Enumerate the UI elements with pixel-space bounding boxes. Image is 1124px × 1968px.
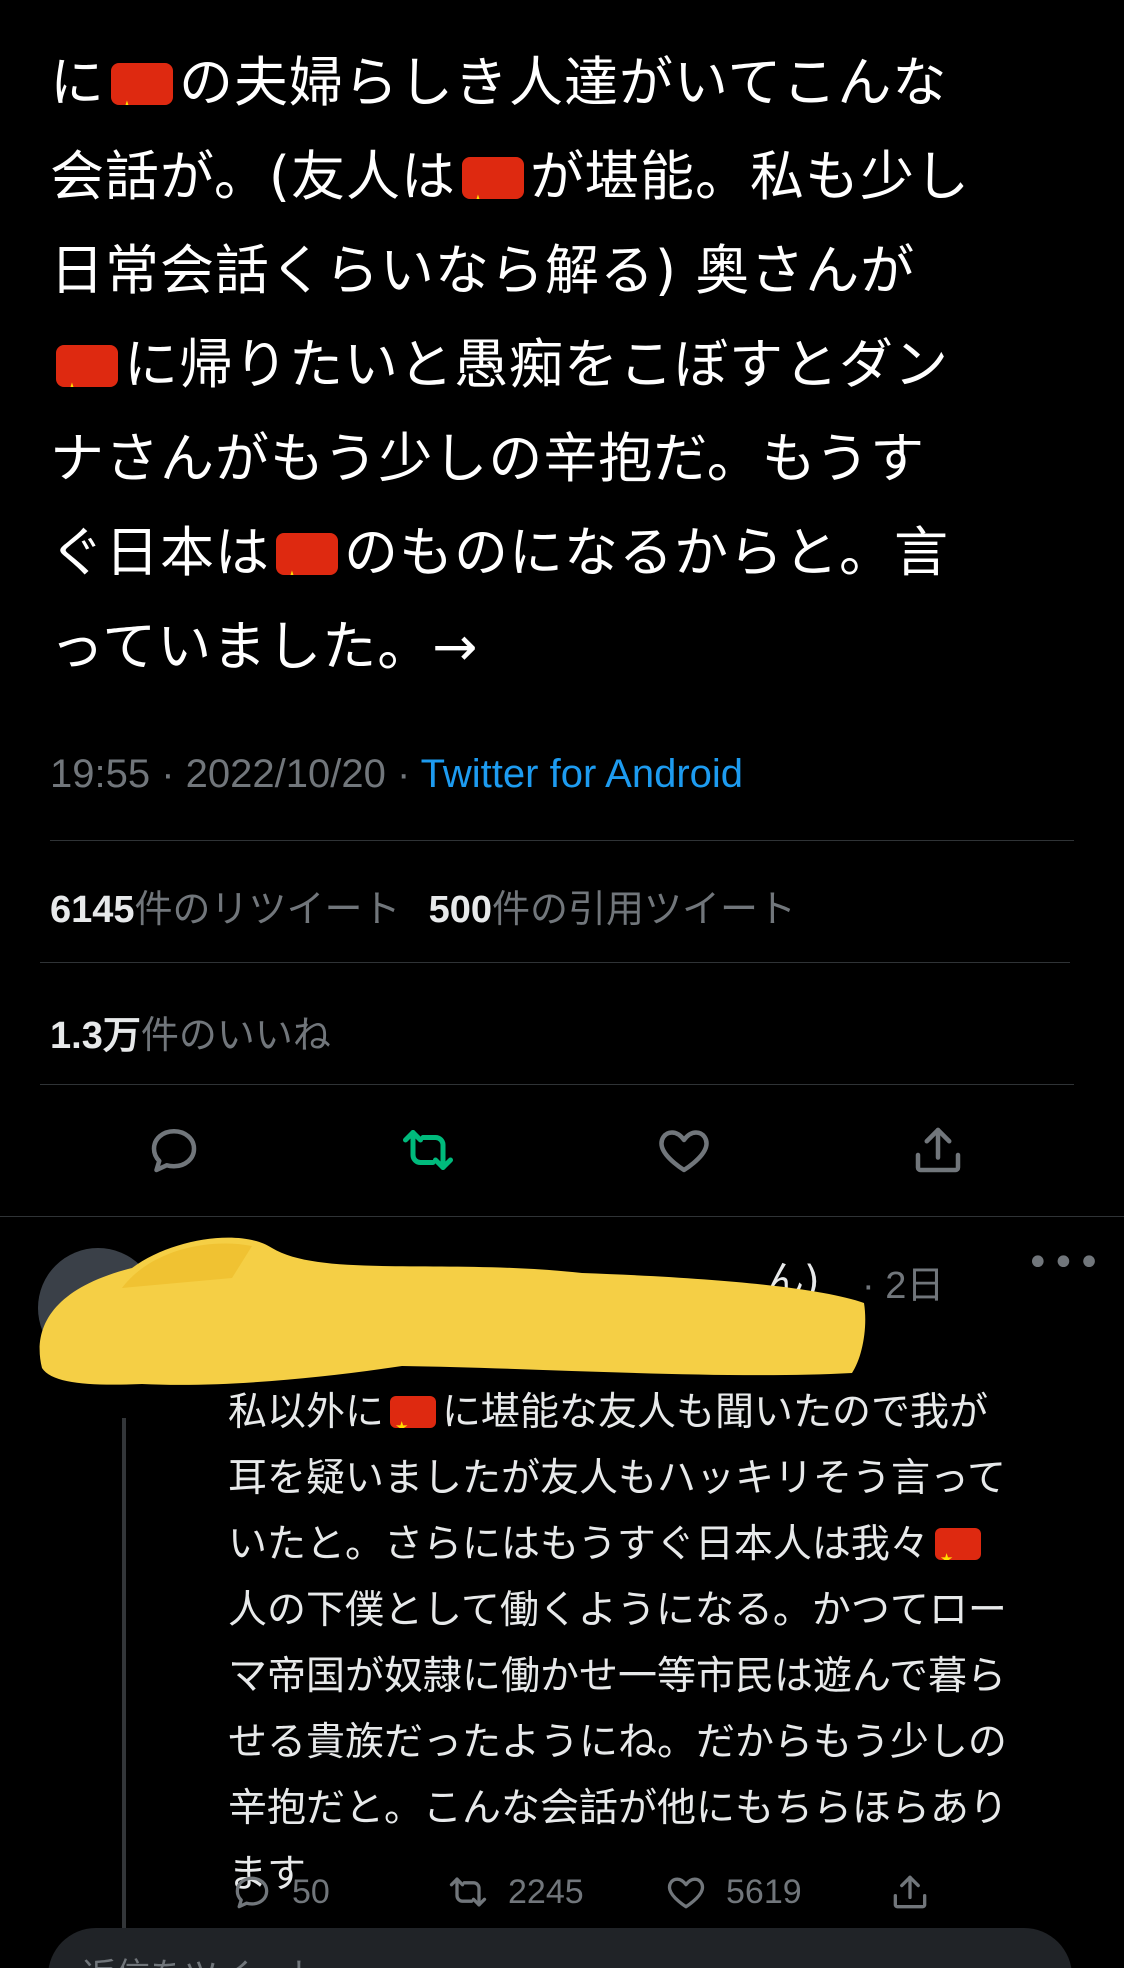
text-segment: に帰りたいと愚痴をこぼすとダン bbox=[124, 333, 949, 396]
text-segment: 私以外に bbox=[228, 1390, 385, 1435]
like-icon bbox=[667, 1877, 705, 1909]
text-line: 人の下僕として働くようになる。かつてロー bbox=[228, 1578, 1088, 1644]
tweet-text: に の夫婦らしき人達がいてこんな会話が。(友人は が堪能。私も少し日常会話くらいなら… bbox=[50, 36, 1090, 694]
quotes-label: 件の引用ツイート bbox=[491, 889, 796, 931]
text-segment: に bbox=[50, 51, 105, 114]
text-line: せる貴族だったようにね。だからもう少しの bbox=[228, 1710, 1088, 1776]
text-line: 私以外に に堪能な友人も聞いたので我が bbox=[228, 1380, 1088, 1446]
text-segment: 耳を疑いましたが友人もハッキリそう言って bbox=[228, 1456, 1007, 1501]
reply-like-button[interactable]: 5619 bbox=[664, 1870, 802, 1914]
more-icon[interactable]: ••• bbox=[1026, 1240, 1103, 1286]
reply-timestamp: · 2日 bbox=[862, 1265, 945, 1307]
reply-icon bbox=[235, 1876, 269, 1909]
quotes-count: 500 bbox=[428, 889, 492, 931]
text-segment: のものになるからと。言 bbox=[344, 521, 949, 584]
likes-count: 1.3万 bbox=[50, 1015, 141, 1057]
text-line: いたと。さらにはもうすぐ日本人は我々 bbox=[228, 1512, 1088, 1578]
text-line: 耳を疑いましたが友人もハッキリそう言って bbox=[228, 1446, 1088, 1512]
text-segment: 辛抱だと。こんな会話が他にもちらほらあり bbox=[228, 1786, 1009, 1831]
divider bbox=[50, 840, 1074, 841]
redaction-mark bbox=[39, 1237, 866, 1385]
likes-label: 件のいいね bbox=[140, 1015, 331, 1057]
text-segment: 会話が。(友人は bbox=[50, 145, 456, 208]
text-line: マ帝国が奴隷に働かせ一等市民は遊んで暮ら bbox=[228, 1644, 1088, 1710]
reply-tweet[interactable]: ん) · 2日 ••• 私以外にに堪能な友人も聞いたので我が耳を疑いましたが友人… bbox=[0, 1218, 1124, 1968]
text-segment: に堪能な友人も聞いたので我が bbox=[442, 1390, 989, 1435]
reply-retweet-button[interactable]: 2245 bbox=[446, 1870, 584, 1914]
text-segment: いたと。さらにはもうすぐ日本人は我々 bbox=[228, 1522, 929, 1567]
retweets-count: 6145 bbox=[50, 889, 135, 931]
text-line: ナさんがもう少しの辛抱だ。もうす bbox=[50, 412, 1090, 506]
reply-share-button[interactable] bbox=[888, 1870, 932, 1914]
tweet-meta: 19:55 · 2022/10/20 · Twitter for Android bbox=[50, 752, 743, 797]
retweet-icon bbox=[449, 1877, 487, 1907]
china-flag-emoji-icon bbox=[934, 1528, 981, 1560]
tweet-source-link[interactable]: Twitter for Android bbox=[421, 752, 743, 796]
divider bbox=[40, 962, 1070, 963]
text-line: っていました。→ bbox=[50, 600, 1090, 694]
like-icon bbox=[659, 1130, 709, 1173]
retweet-icon bbox=[403, 1130, 453, 1170]
text-line: ぐ日本は のものになるからと。言 bbox=[50, 506, 1090, 600]
text-segment: ナさんがもう少しの辛抱だ。もうす bbox=[50, 427, 926, 490]
tweet-action-bar bbox=[0, 1120, 1124, 1190]
reply-reply-button[interactable]: 50 bbox=[230, 1870, 330, 1914]
retweet-quote-stats[interactable]: 6145件のリツイート 500件の引用ツイート bbox=[50, 878, 796, 933]
text-segment: ぐ日本は bbox=[50, 521, 270, 584]
text-line: に の夫婦らしき人達がいてこんな bbox=[50, 36, 1090, 130]
divider bbox=[40, 1084, 1074, 1085]
text-segment: 日常会話くらいなら解る) 奥さんが bbox=[50, 239, 916, 302]
china-flag-emoji-icon bbox=[276, 533, 338, 575]
reply-retweet-count: 2245 bbox=[508, 1872, 584, 1911]
reply-button[interactable] bbox=[144, 1120, 214, 1190]
china-flag-emoji-icon bbox=[111, 63, 173, 105]
text-line: 会話が。(友人は が堪能。私も少し bbox=[50, 130, 1090, 224]
reply-reply-count: 50 bbox=[292, 1872, 330, 1911]
text-segment: せる貴族だったようにね。だからもう少しの bbox=[228, 1720, 1007, 1765]
china-flag-emoji-icon bbox=[56, 345, 118, 387]
text-line: 辛抱だと。こんな会話が他にもちらほらあり bbox=[228, 1776, 1088, 1842]
text-line: に帰りたいと愚痴をこぼすとダン bbox=[50, 318, 1090, 412]
retweet-button[interactable] bbox=[398, 1120, 468, 1190]
text-segment: が堪能。私も少し bbox=[530, 145, 970, 208]
text-segment: 人の下僕として働くようになる。かつてロー bbox=[228, 1588, 1007, 1633]
thread-line bbox=[122, 1418, 126, 1968]
reply-action-bar: 50 2245 5619 bbox=[228, 1870, 1028, 1930]
reply-compose-field[interactable]: 返信をツイート bbox=[48, 1928, 1072, 1968]
text-segment: の夫婦らしき人達がいてこんな bbox=[179, 51, 948, 114]
tweet-timestamp: 19:55 · 2022/10/20 · bbox=[50, 752, 421, 796]
divider bbox=[0, 1216, 1124, 1217]
china-flag-emoji-icon bbox=[462, 157, 524, 199]
likes-stats[interactable]: 1.3万件のいいね bbox=[50, 1004, 331, 1059]
china-flag-emoji-icon bbox=[390, 1396, 437, 1428]
text-line: 日常会話くらいなら解る) 奥さんが bbox=[50, 224, 1090, 318]
text-segment: っていました。→ bbox=[50, 615, 479, 678]
reply-icon bbox=[151, 1129, 197, 1173]
share-button[interactable] bbox=[908, 1120, 978, 1190]
reply-text: 私以外に に堪能な友人も聞いたので我が耳を疑いましたが友人もハッキリそう言っていた… bbox=[228, 1380, 1088, 1908]
share-icon bbox=[915, 1127, 961, 1173]
share-icon bbox=[893, 1875, 927, 1909]
compose-placeholder: 返信をツイート bbox=[82, 1948, 320, 1968]
like-button[interactable] bbox=[654, 1120, 724, 1190]
text-segment: マ帝国が奴隷に働かせ一等市民は遊んで暮ら bbox=[228, 1654, 1007, 1699]
retweets-label: 件のリツイート bbox=[134, 889, 401, 931]
reply-like-count: 5619 bbox=[726, 1872, 802, 1911]
